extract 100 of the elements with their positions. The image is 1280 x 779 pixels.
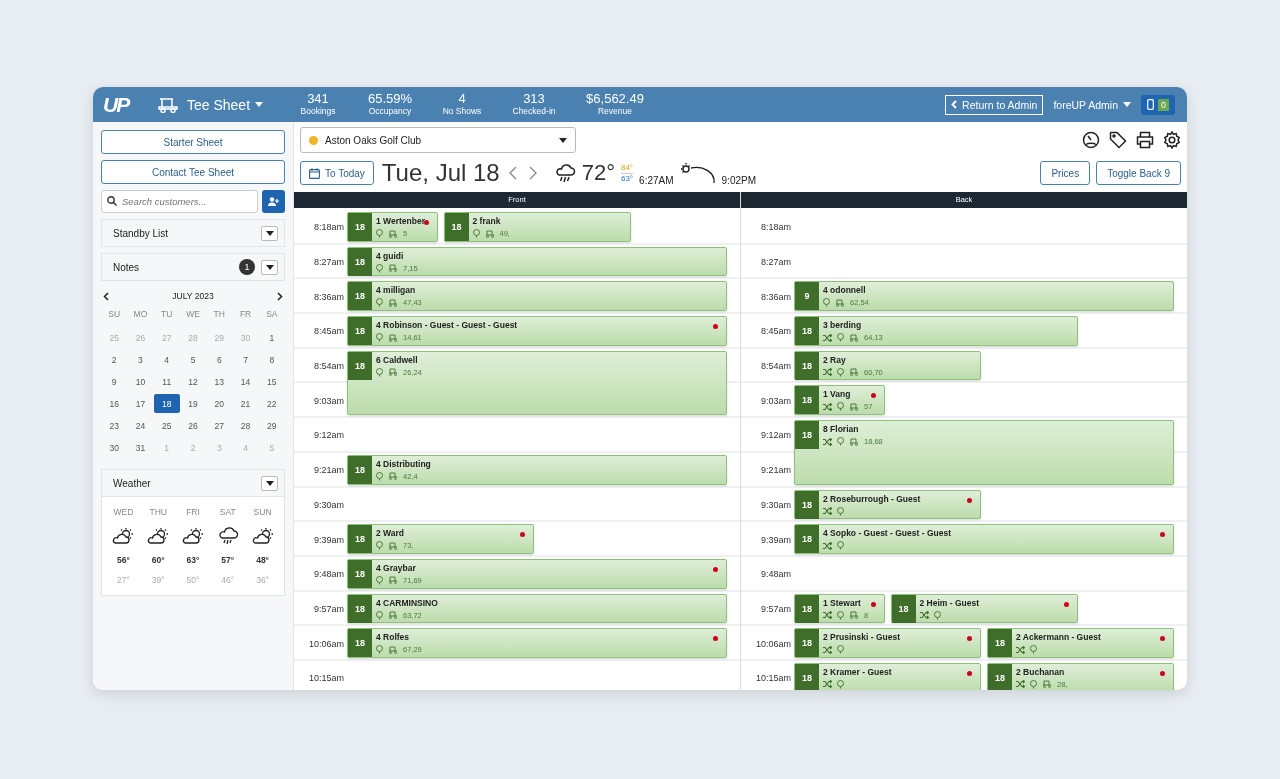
partly-cloudy-icon [250, 527, 275, 545]
stat-label: Checked-in [512, 106, 556, 117]
app-menu[interactable]: Tee Sheet [157, 96, 282, 113]
calendar-day[interactable]: 8 [258, 350, 285, 369]
next-month-button[interactable] [277, 291, 283, 301]
toolbar-button[interactable]: Prices [1040, 161, 1091, 185]
weekday-label: TU [160, 309, 174, 321]
calendar-day[interactable]: 6 [206, 350, 233, 369]
pin-icon [823, 298, 830, 308]
calendar-day[interactable]: 9 [101, 372, 128, 391]
add-customer-button[interactable] [262, 190, 285, 213]
tee-time: 8:27am [759, 256, 791, 270]
pin-icon [376, 645, 383, 655]
calendar-day[interactable]: 3 [127, 350, 154, 369]
tee-time: 9:21am [759, 464, 791, 478]
gauge-icon[interactable] [1082, 131, 1100, 149]
tee-time: 10:06am [307, 637, 344, 651]
booking-name: 4 Graybar [376, 562, 417, 573]
holes-badge: 18 [988, 629, 1012, 658]
holes-badge: 18 [348, 247, 372, 276]
calendar-day[interactable]: 19 [179, 394, 207, 413]
pin-icon [1030, 679, 1037, 689]
tee-time: 9:57am [312, 602, 344, 616]
to-today-button[interactable]: To Today [300, 161, 374, 185]
calendar-day[interactable]: 22 [258, 394, 285, 413]
pin-icon [837, 437, 844, 447]
holes-badge: 18 [795, 317, 819, 346]
holes-badge: 18 [348, 455, 372, 484]
course-dropdown[interactable]: Aston Oaks Golf Club [300, 127, 576, 153]
calendar-day[interactable]: 12 [179, 372, 207, 391]
holes-badge: 18 [795, 490, 819, 519]
calendar-day[interactable]: 2 [101, 350, 128, 369]
calendar-day[interactable]: 20 [206, 394, 233, 413]
tag-icon[interactable] [1109, 131, 1127, 149]
booking-card[interactable]: 18 4 Sopko - Guest - Guest - Guest [794, 524, 1174, 554]
booking-card[interactable]: 18 2 Prusinski - Guest [794, 628, 981, 658]
holes-badge: 18 [348, 629, 372, 658]
calendar-day[interactable]: 29 [258, 416, 285, 435]
calendar-day[interactable]: 24 [127, 416, 154, 435]
return-to-admin-button[interactable]: Return to Admin [945, 94, 1044, 115]
calendar-day[interactable]: 25 [153, 416, 180, 435]
high-temperature: 57° [220, 555, 236, 565]
toolbar-button[interactable]: Toggle Back 9 [1096, 161, 1181, 185]
pin-icon [376, 471, 383, 481]
golf-cart-icon [388, 264, 398, 273]
calendar-day[interactable]: 15 [258, 372, 285, 391]
pin-icon [472, 229, 480, 238]
collapsible-panel[interactable]: Notes 1 [101, 253, 285, 281]
calendar-day[interactable]: 30 [101, 438, 128, 457]
pin-icon [837, 367, 844, 377]
logo[interactable]: UP [103, 92, 147, 117]
booking-card[interactable]: 18 2 Kramer - Guest [794, 662, 981, 690]
booking-name: 2 Heim - Guest [919, 597, 981, 608]
calendar-day[interactable]: 27 [206, 416, 233, 435]
partly-cloudy-icon [111, 527, 136, 545]
rain-cloud-icon [553, 163, 576, 183]
calendar-day[interactable]: 28 [232, 416, 259, 435]
calendar-day[interactable]: 18 [153, 394, 180, 413]
pin-icon [376, 263, 383, 273]
calendar-day[interactable]: 13 [206, 372, 233, 391]
calendar-day[interactable]: 4 [153, 350, 180, 369]
calendar-day[interactable]: 31 [127, 438, 154, 457]
printer-icon[interactable] [1136, 131, 1154, 149]
settings-icon[interactable] [1163, 131, 1181, 149]
panel-title: Weather [113, 477, 152, 489]
calendar-day[interactable]: 5 [179, 350, 207, 369]
sidebar-button[interactable]: Starter Sheet [101, 130, 285, 154]
chevron-left-icon [951, 100, 958, 109]
calendar-day[interactable]: 7 [232, 350, 259, 369]
calendar-day[interactable]: 23 [101, 416, 128, 435]
booking-name: 2 Ward [376, 528, 406, 539]
expand-button[interactable] [261, 475, 278, 491]
stat-value: $6,562.49 [586, 92, 644, 106]
tee-time: 9:57am [759, 602, 791, 616]
calendar-day[interactable]: 11 [153, 372, 180, 391]
booking-card[interactable]: 18 2 Ackermann - Guest [987, 628, 1174, 658]
collapsible-panel[interactable]: Weather [102, 470, 284, 497]
expand-button[interactable] [261, 225, 278, 241]
calendar-day[interactable]: 21 [232, 394, 259, 413]
golf-cart-icon [849, 402, 859, 411]
search-field[interactable]: Search customers... [101, 190, 258, 213]
booking-card[interactable]: 18 2 Heim - Guest [890, 593, 1078, 624]
booking-card[interactable]: 18 2 Roseburrough - Guest [794, 489, 981, 520]
calendar-day[interactable]: 16 [101, 394, 128, 413]
stat-value: 313 [523, 92, 545, 106]
calendar-day[interactable]: 1 [258, 328, 285, 347]
sidebar-button[interactable]: Contact Tee Sheet [101, 160, 285, 184]
calendar-day[interactable]: 26 [179, 416, 207, 435]
tee-time: 9:30am [759, 498, 791, 512]
calendar-day[interactable]: 10 [127, 372, 154, 391]
previous-month-button[interactable] [103, 291, 109, 301]
collapsible-panel[interactable]: Standby List [101, 219, 285, 247]
calendar-day[interactable]: 17 [127, 394, 154, 413]
pin-icon [837, 610, 844, 620]
expand-button[interactable] [261, 259, 278, 275]
holes-badge: 18 [348, 317, 372, 346]
notes-count: 1 [239, 259, 255, 275]
user-menu[interactable]: foreUP Admin [1053, 98, 1131, 111]
tee-time: 10:15am [754, 672, 791, 686]
calendar-day[interactable]: 14 [232, 372, 259, 391]
